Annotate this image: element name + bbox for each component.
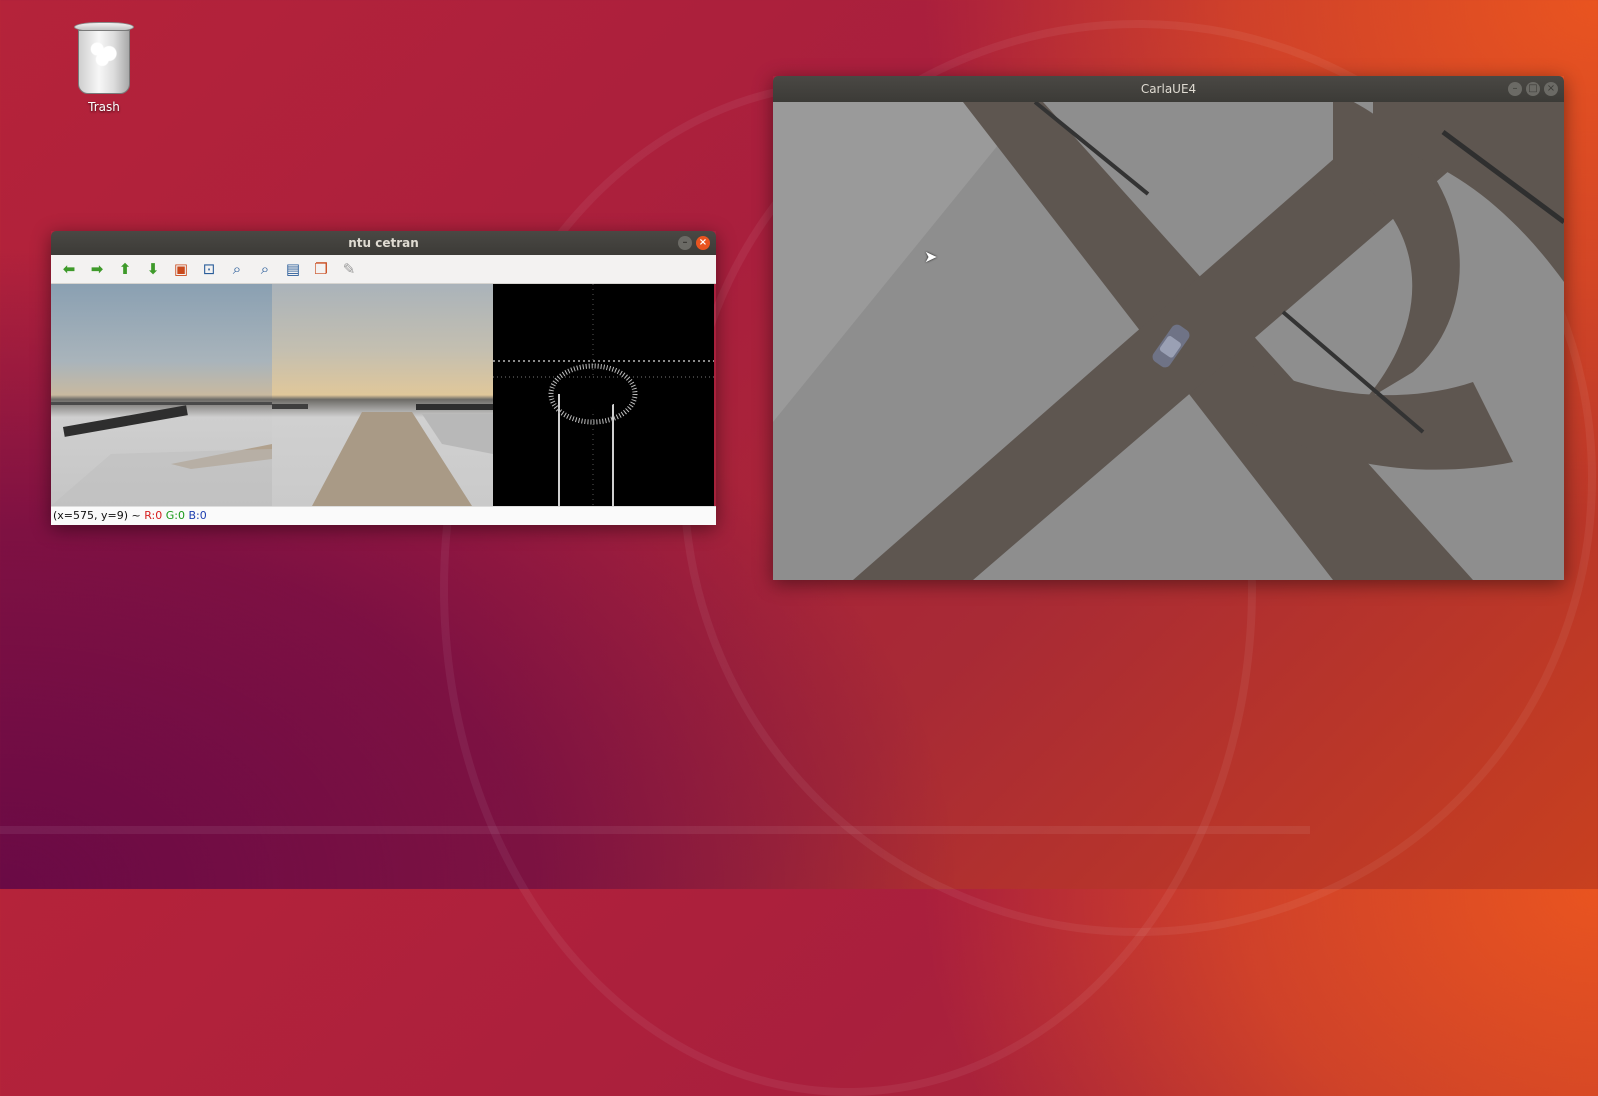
- window-title: CarlaUE4: [1140, 82, 1197, 96]
- brush-icon[interactable]: ✎: [337, 258, 361, 280]
- road-map: [773, 102, 1564, 580]
- blue-value: B:0: [188, 509, 207, 522]
- lidar-view: [493, 284, 714, 506]
- front-left-camera-view: [51, 284, 272, 506]
- status-bar: (x=575, y=9) ~ R:0 G:0 B:0: [51, 506, 716, 525]
- maximize-button[interactable]: □: [1526, 82, 1540, 96]
- trash-icon: [74, 20, 134, 96]
- wallpaper-band: [0, 826, 1310, 834]
- desktop-trash[interactable]: Trash: [64, 20, 144, 114]
- simulator-viewport[interactable]: ➤: [773, 102, 1564, 580]
- zoom-region-icon[interactable]: ⊡: [197, 258, 221, 280]
- mouse-cursor: ➤: [924, 247, 938, 266]
- save-icon[interactable]: ▤: [281, 258, 305, 280]
- fit-image-icon[interactable]: ▣: [169, 258, 193, 280]
- arrow-right-icon[interactable]: ➡: [85, 258, 109, 280]
- arrow-up-icon[interactable]: ⬆: [113, 258, 137, 280]
- green-value: G:0: [165, 509, 185, 522]
- carla-window: CarlaUE4 – □ × ➤: [773, 76, 1564, 580]
- copy-icon[interactable]: ❐: [309, 258, 333, 280]
- close-button[interactable]: ×: [696, 236, 710, 250]
- minimize-button[interactable]: –: [678, 236, 692, 250]
- front-camera-view: [272, 284, 493, 506]
- window-title: ntu cetran: [348, 236, 419, 250]
- carla-titlebar[interactable]: CarlaUE4 – □ ×: [773, 76, 1564, 102]
- ntu-cetran-window: ntu cetran – × ⬅ ➡ ⬆ ⬇ ▣ ⊡ ⌕ ⌕ ▤ ❐ ✎ (x=…: [51, 231, 716, 525]
- close-button[interactable]: ×: [1544, 82, 1558, 96]
- zoom-in-icon[interactable]: ⌕: [225, 258, 249, 280]
- arrow-left-icon[interactable]: ⬅: [57, 258, 81, 280]
- zoom-out-icon[interactable]: ⌕: [253, 258, 277, 280]
- ntu-titlebar[interactable]: ntu cetran – ×: [51, 231, 716, 255]
- arrow-down-icon[interactable]: ⬇: [141, 258, 165, 280]
- red-value: R:0: [144, 509, 163, 522]
- image-toolbar: ⬅ ➡ ⬆ ⬇ ▣ ⊡ ⌕ ⌕ ▤ ❐ ✎: [51, 255, 716, 284]
- trash-label: Trash: [88, 100, 120, 114]
- image-view[interactable]: [51, 284, 716, 506]
- minimize-button[interactable]: –: [1508, 82, 1522, 96]
- cursor-coords: (x=575, y=9) ~: [53, 509, 145, 522]
